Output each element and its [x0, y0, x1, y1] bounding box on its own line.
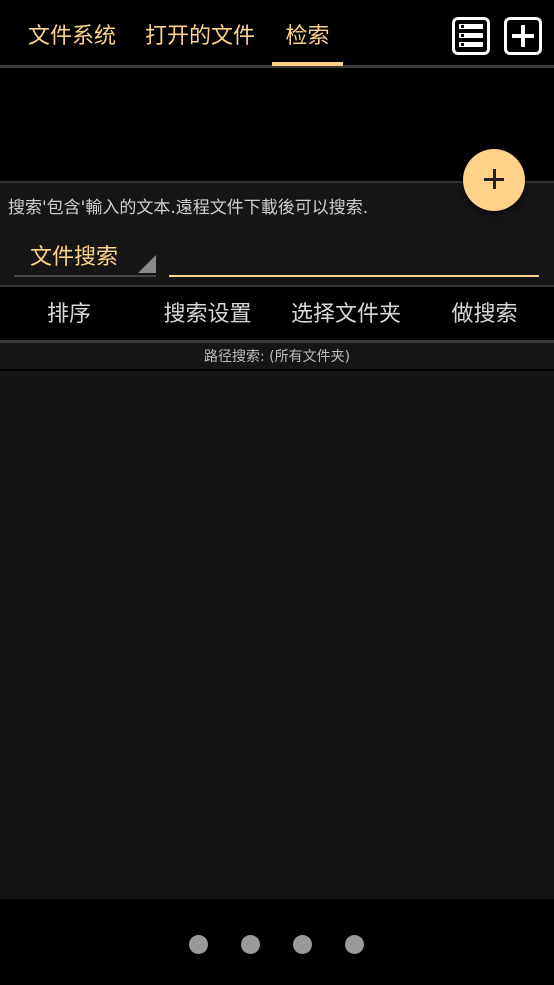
- add-fab-button[interactable]: [463, 149, 525, 211]
- list-menu-icon[interactable]: [452, 17, 490, 55]
- search-path-label: 路径搜索: (所有文件夹): [0, 343, 554, 371]
- page-dot[interactable]: [293, 935, 312, 954]
- do-search-button[interactable]: 做搜索: [415, 287, 554, 342]
- sort-button[interactable]: 排序: [0, 287, 138, 342]
- search-results-list[interactable]: [0, 371, 554, 899]
- choose-folder-button[interactable]: 选择文件夹: [277, 287, 415, 342]
- tab-open-files[interactable]: 打开的文件: [145, 20, 255, 66]
- dropdown-triangle-icon: [138, 255, 156, 273]
- page-indicator: [0, 899, 554, 985]
- page-dot[interactable]: [241, 935, 260, 954]
- search-settings-button[interactable]: 搜索设置: [138, 287, 277, 342]
- page-dot[interactable]: [189, 935, 208, 954]
- action-bar: 排序 搜索设置 选择文件夹 做搜索: [0, 285, 554, 343]
- search-input[interactable]: [169, 237, 539, 277]
- search-mode-label: 文件搜索: [30, 245, 119, 270]
- search-hint: 搜索'包含'輸入的文本.遠程文件下載後可以搜索.: [8, 198, 369, 218]
- search-mode-dropdown[interactable]: 文件搜索: [14, 235, 156, 277]
- tab-search[interactable]: 检索: [272, 20, 343, 66]
- tab-file-system[interactable]: 文件系统: [28, 20, 116, 66]
- plus-square-icon[interactable]: [504, 17, 542, 55]
- page-dot[interactable]: [345, 935, 364, 954]
- top-tab-bar: 文件系统 打开的文件 检索: [0, 0, 554, 68]
- active-tab-indicator: [272, 62, 343, 66]
